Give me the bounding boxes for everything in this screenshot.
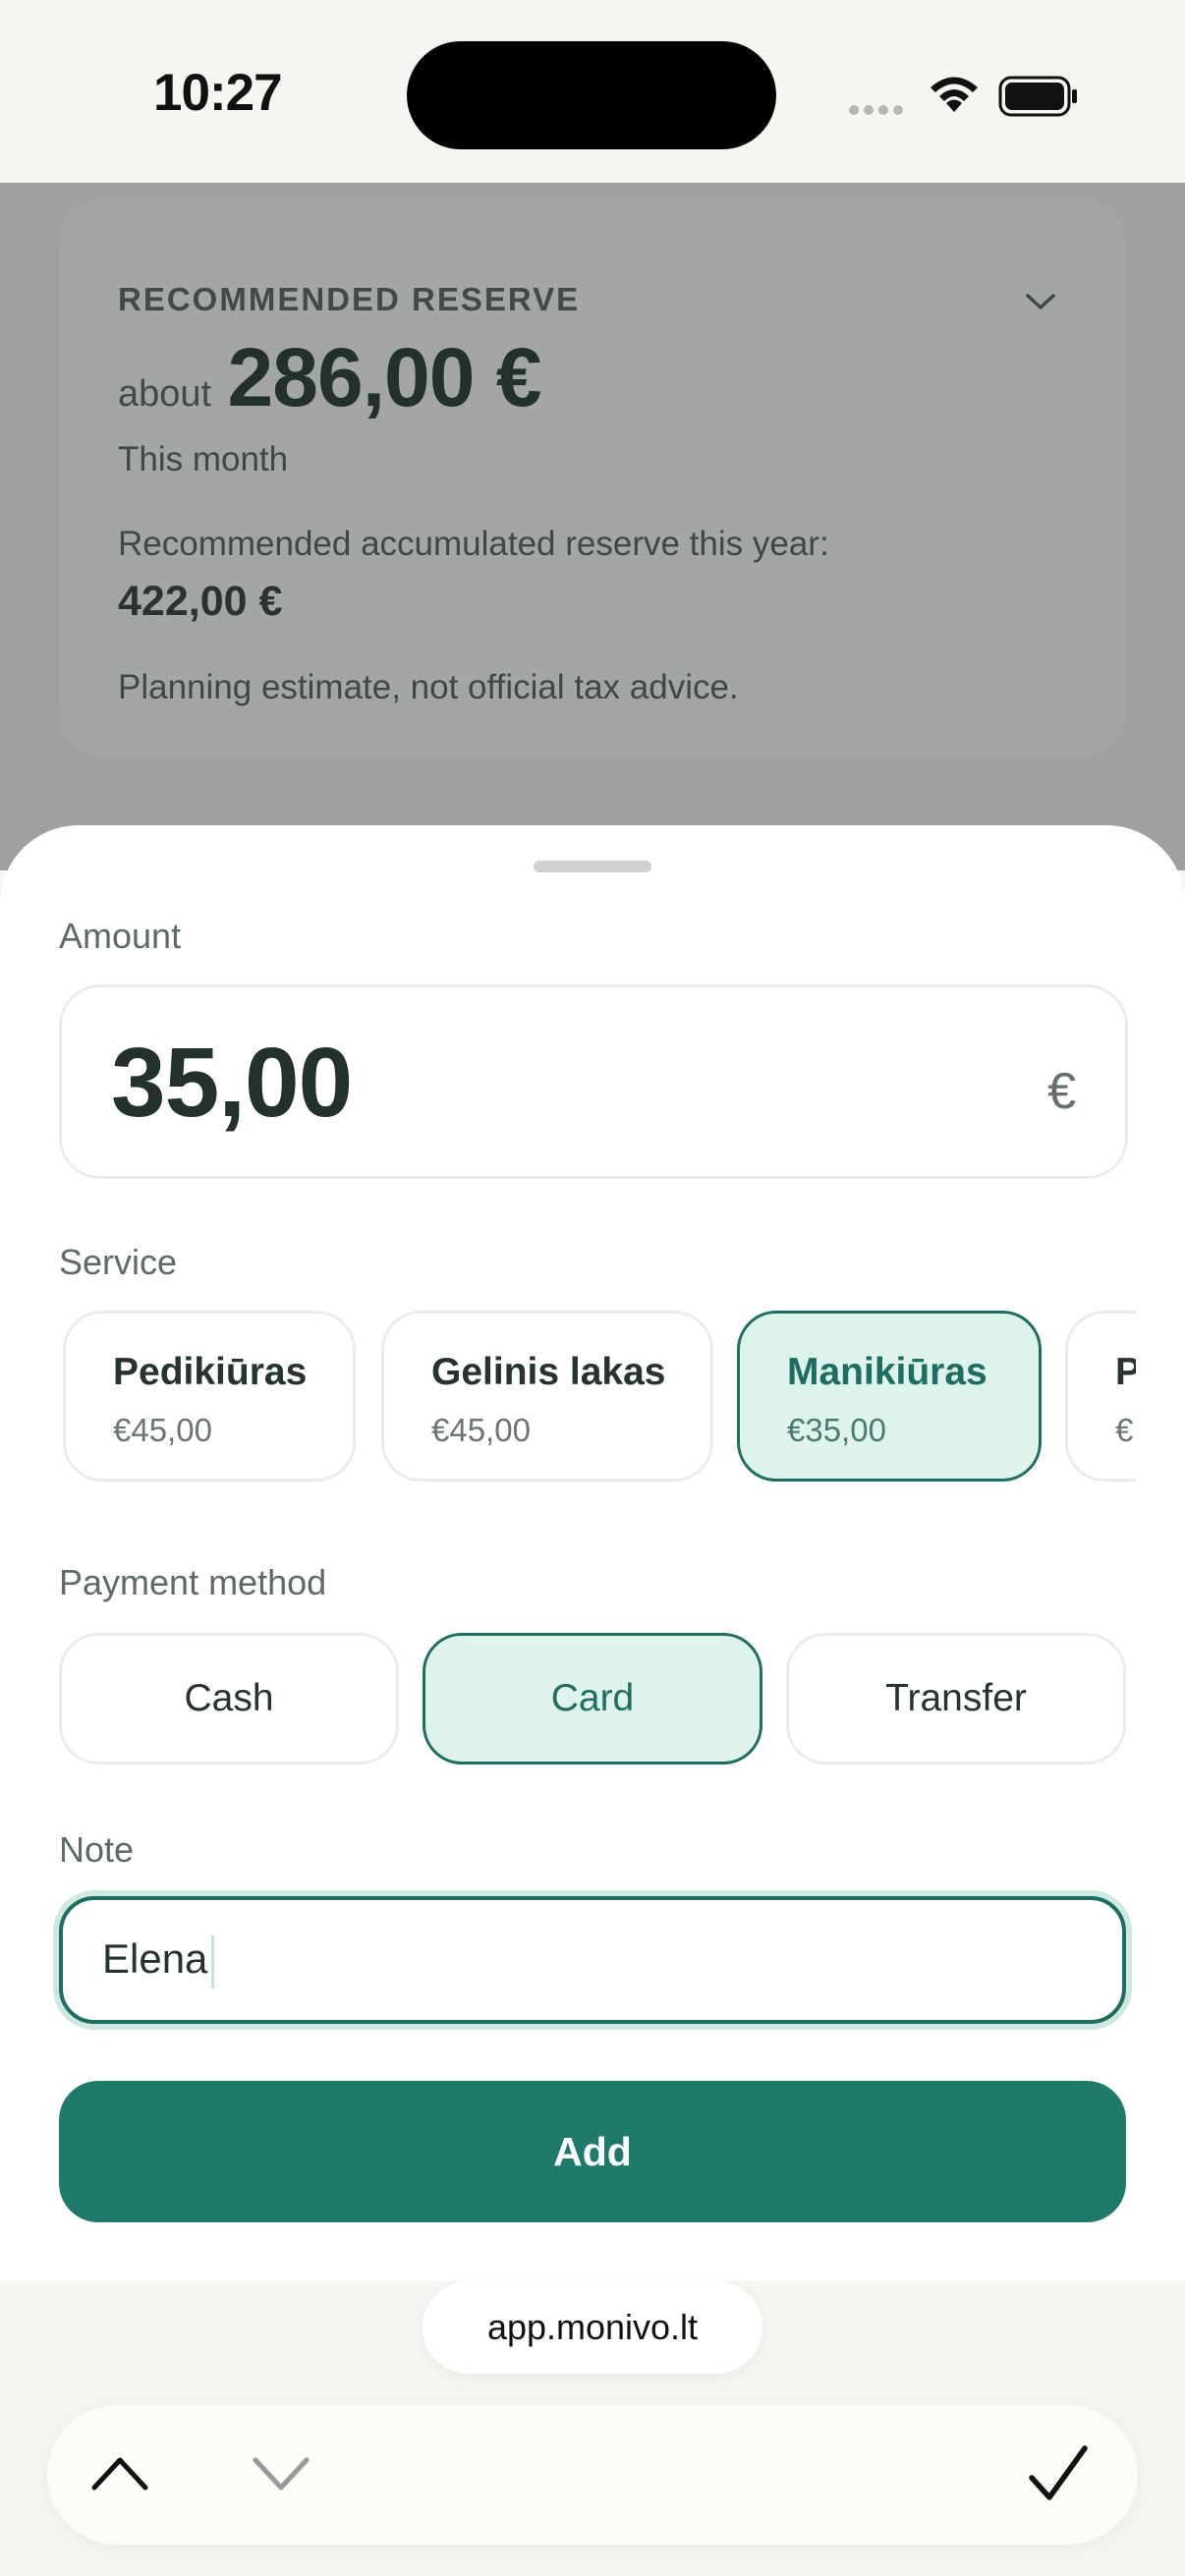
add-button[interactable]: Add	[59, 2081, 1126, 2222]
reserve-card[interactable]: RECOMMENDED RESERVE about 286,00 € This …	[59, 198, 1126, 756]
service-price: €45,00	[113, 1412, 212, 1448]
chevron-down-icon[interactable]	[1024, 291, 1057, 317]
payment-method-label: Payment method	[59, 1562, 327, 1602]
reserve-disclaimer: Planning estimate, not official tax advi…	[118, 668, 739, 706]
browser-bottom-bar: app.monivo.lt	[0, 2281, 1185, 2576]
payment-transfer-button[interactable]: Transfer	[786, 1633, 1126, 1764]
amount-label: Amount	[59, 916, 182, 956]
chevron-up-icon	[91, 2457, 148, 2491]
service-chip-gelinis-lakas[interactable]: Gelinis lakas €45,00	[381, 1311, 713, 1482]
amount-value: 35,00	[111, 1028, 353, 1138]
form-navigation-toolbar	[47, 2405, 1138, 2545]
service-name: P	[1115, 1351, 1136, 1393]
reserve-period: This month	[118, 440, 289, 478]
text-caret	[211, 1935, 215, 1988]
dynamic-island	[407, 41, 776, 149]
reserve-amount-line: about 286,00 €	[118, 330, 542, 425]
service-price: €35,00	[787, 1412, 886, 1448]
service-chip-pedikiuras[interactable]: Pedikiūras €45,00	[63, 1311, 356, 1482]
service-chips[interactable]: Pedikiūras €45,00 Gelinis lakas €45,00 M…	[59, 1311, 1136, 1491]
note-input[interactable]: Elena	[59, 1896, 1126, 2024]
chevron-down-icon	[253, 2457, 310, 2491]
note-value: Elena	[102, 1935, 208, 1983]
service-price: €45,00	[431, 1412, 531, 1448]
service-chip-manikiuras[interactable]: Manikiūras €35,00	[737, 1311, 1042, 1482]
currency-symbol: €	[1047, 1063, 1076, 1120]
previous-field-button[interactable]	[86, 2448, 153, 2502]
done-button[interactable]	[1024, 2440, 1093, 2514]
background-overlay[interactable]: RECOMMENDED RESERVE about 286,00 € This …	[0, 183, 1185, 870]
sheet-grabber[interactable]	[534, 861, 651, 872]
add-entry-sheet: Amount 35,00 € Service Pedikiūras €45,00…	[0, 825, 1185, 2281]
wifi-icon	[928, 75, 981, 119]
status-bar: 10:27	[0, 0, 1185, 183]
next-field-button[interactable]	[248, 2450, 314, 2504]
service-name: Pedikiūras	[113, 1351, 308, 1393]
payment-cash-button[interactable]: Cash	[59, 1633, 399, 1764]
service-name: Gelinis lakas	[431, 1351, 666, 1393]
service-price: €	[1115, 1412, 1134, 1448]
reserve-amount: 286,00 €	[227, 331, 542, 423]
cellular-signal-icon	[849, 102, 908, 120]
note-text-wrapper: Elena	[102, 1935, 215, 1988]
reserve-accumulated-label: Recommended accumulated reserve this yea…	[118, 525, 829, 563]
note-label: Note	[59, 1829, 135, 1870]
service-name: Manikiūras	[787, 1351, 988, 1393]
payment-method-group: Cash Card Transfer	[59, 1633, 1126, 1766]
payment-card-button[interactable]: Card	[423, 1633, 762, 1764]
amount-field[interactable]: 35,00 €	[59, 984, 1128, 1179]
reserve-heading: RECOMMENDED RESERVE	[118, 281, 581, 317]
url-pill[interactable]: app.monivo.lt	[423, 2281, 762, 2374]
status-time: 10:27	[153, 64, 283, 122]
service-chip-partial[interactable]: P €	[1065, 1311, 1136, 1482]
reserve-accumulated-value: 422,00 €	[118, 578, 283, 625]
reserve-about: about	[118, 373, 212, 415]
service-label: Service	[59, 1242, 178, 1282]
checkmark-icon	[1029, 2445, 1088, 2500]
battery-icon	[998, 75, 1081, 123]
